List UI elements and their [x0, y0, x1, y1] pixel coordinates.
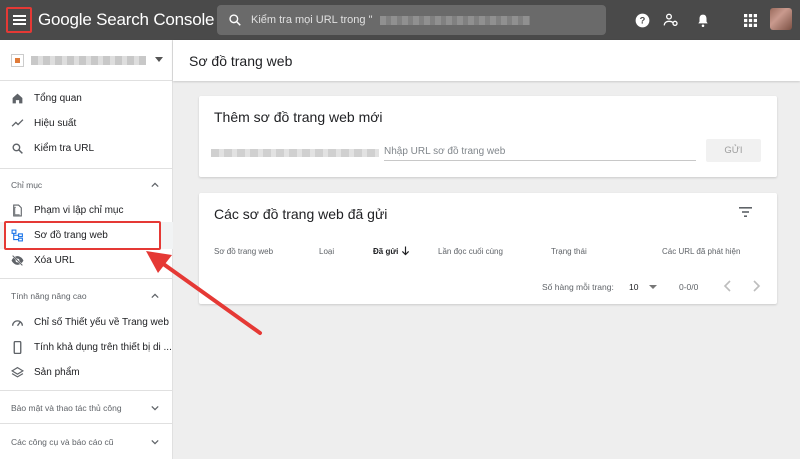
sidebar-item-products[interactable]: Sản phẩm: [0, 360, 172, 385]
url-inspection-search[interactable]: [217, 5, 606, 35]
redacted-property-url: [380, 16, 530, 25]
section-title: Các công cụ và báo cáo cũ: [11, 437, 114, 447]
pagination-range: 0-0/0: [679, 282, 699, 292]
sidebar: Tổng quan Hiệu suất Kiểm tra URL Chỉ mục…: [0, 40, 173, 459]
sidebar-item-mobile-usability[interactable]: Tính khả dụng trên thiết bị di ...: [0, 335, 172, 360]
card-title: Các sơ đồ trang web đã gửi: [214, 206, 388, 222]
sort-arrow-down-icon: [401, 246, 410, 256]
apps-grid-icon[interactable]: [740, 10, 760, 30]
column-header-type[interactable]: Loại: [319, 247, 334, 256]
account-avatar[interactable]: [770, 8, 792, 30]
section-title: Tính năng nâng cao: [11, 291, 87, 301]
visibility-off-icon: [11, 255, 24, 266]
hamburger-icon: [12, 15, 26, 25]
file-icon: [13, 204, 22, 217]
home-icon: [12, 93, 23, 104]
manage-users-icon[interactable]: [661, 10, 681, 30]
main-menu-button[interactable]: [6, 7, 32, 33]
rows-per-page-label: Số hàng mỗi trang:: [542, 282, 614, 292]
section-enhancements[interactable]: Tính năng nâng cao: [0, 286, 172, 306]
speed-icon: [11, 320, 24, 327]
sidebar-item-label: Tính khả dụng trên thiết bị di ...: [34, 342, 172, 353]
section-security[interactable]: Bảo mật và thao tác thủ công: [0, 398, 172, 418]
chevron-down-icon: [151, 439, 159, 445]
sidebar-item-coverage[interactable]: Phạm vi lập chỉ mục: [0, 198, 172, 223]
sidebar-item-label: Sản phẩm: [34, 367, 80, 378]
page-header: Sơ đồ trang web: [173, 40, 800, 81]
notifications-icon[interactable]: [693, 10, 713, 30]
sidebar-item-performance[interactable]: Hiệu suất: [0, 111, 172, 136]
property-favicon: [11, 54, 24, 67]
divider: [0, 423, 172, 424]
divider: [0, 168, 172, 169]
sidebar-item-label: Hiệu suất: [34, 118, 77, 129]
property-selector[interactable]: [0, 40, 173, 81]
sidebar-item-label: Sơ đồ trang web: [34, 230, 108, 241]
sitemap-icon: [11, 229, 23, 242]
redacted-url-prefix: [211, 149, 379, 157]
sidebar-item-sitemaps[interactable]: Sơ đồ trang web: [0, 223, 172, 248]
submitted-sitemaps-card: Các sơ đồ trang web đã gửi Sơ đồ trang w…: [199, 193, 777, 304]
chevron-left-icon[interactable]: [723, 280, 733, 292]
sidebar-item-core-web-vitals[interactable]: Chỉ số Thiết yếu về Trang web: [0, 310, 172, 335]
chevron-up-icon: [151, 293, 159, 299]
sidebar-item-label: Kiểm tra URL: [34, 143, 95, 154]
column-header-status[interactable]: Trạng thái: [551, 247, 587, 256]
app-title: Google Search Console: [38, 10, 215, 29]
sidebar-item-label: Phạm vi lập chỉ mục: [34, 205, 124, 216]
trending-icon: [11, 119, 24, 127]
column-header-last-read[interactable]: Lần đọc cuối cùng: [438, 247, 503, 256]
search-icon: [12, 143, 23, 154]
divider: [0, 390, 172, 391]
top-app-bar: Google Search Console ?: [0, 0, 800, 40]
sidebar-item-label: Chỉ số Thiết yếu về Trang web: [34, 317, 169, 328]
dropdown-caret-icon: [155, 57, 163, 62]
rows-per-page-select[interactable]: 10: [629, 282, 638, 292]
sidebar-item-removals[interactable]: Xóa URL: [0, 248, 172, 273]
sitemap-url-input[interactable]: [384, 143, 696, 161]
column-header-sitemap[interactable]: Sơ đồ trang web: [214, 247, 273, 256]
phone-icon: [13, 341, 22, 354]
divider: [0, 278, 172, 279]
section-title: Bảo mật và thao tác thủ công: [11, 403, 122, 413]
chevron-up-icon: [151, 182, 159, 188]
search-icon: [229, 14, 241, 26]
submit-button[interactable]: GỬI: [706, 139, 761, 162]
add-sitemap-card: Thêm sơ đồ trang web mới GỬI: [199, 96, 777, 177]
sidebar-item-url-inspection[interactable]: Kiểm tra URL: [0, 136, 172, 161]
chevron-down-icon: [151, 405, 159, 411]
filter-icon[interactable]: [739, 207, 752, 217]
column-header-submitted[interactable]: Đã gửi: [373, 247, 398, 256]
sidebar-item-label: Tổng quan: [34, 93, 82, 104]
chevron-right-icon[interactable]: [751, 280, 761, 292]
section-legacy-tools[interactable]: Các công cụ và báo cáo cũ: [0, 432, 172, 452]
layers-icon: [11, 366, 24, 378]
redacted-property-name: [31, 56, 146, 65]
column-header-discovered-urls[interactable]: Các URL đã phát hiện: [662, 247, 740, 256]
section-title: Chỉ mục: [11, 180, 43, 190]
section-index[interactable]: Chỉ mục: [0, 175, 172, 195]
help-icon[interactable]: ?: [632, 10, 652, 30]
page-title: Sơ đồ trang web: [189, 53, 293, 69]
card-title: Thêm sơ đồ trang web mới: [214, 109, 383, 125]
sidebar-item-overview[interactable]: Tổng quan: [0, 86, 172, 111]
svg-text:?: ?: [639, 15, 645, 25]
dropdown-caret-icon[interactable]: [649, 285, 657, 289]
sidebar-item-label: Xóa URL: [34, 255, 75, 266]
